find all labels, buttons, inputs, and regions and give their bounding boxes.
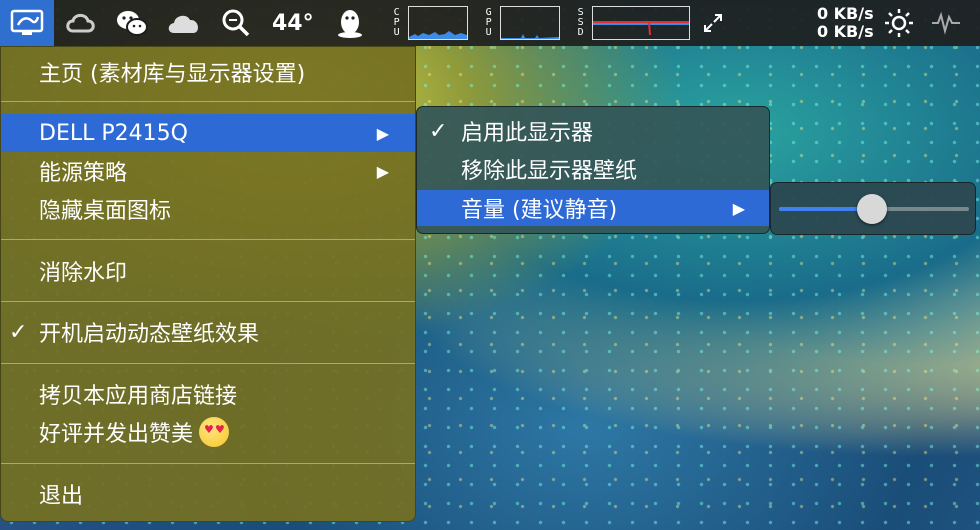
app-dropdown-menu: 主页 (素材库与显示器设置) DELL P2415Q ▶ 能源策略 ▶ 隐藏桌面… [0,46,416,522]
submenu-item-enable-display[interactable]: ✓ 启用此显示器 [417,113,769,149]
submenu-arrow-icon: ▶ [732,198,745,218]
volume-slider-panel [770,182,976,235]
gpu-label: G P U [482,8,496,38]
display-app-icon[interactable] [0,0,54,46]
heart-eyes-emoji-icon: ♥ ♥ [199,417,230,447]
net-download: 0 KB/s [816,22,874,41]
wechat-icon[interactable] [106,0,158,46]
menu-item-energy-label: 能源策略 [39,161,128,186]
submenu-item-volume-label: 音量 (建议静音) [461,198,618,223]
submenu-arrow-icon: ▶ [376,123,389,143]
menu-item-remove-watermark-label: 消除水印 [39,261,128,286]
display-submenu: ✓ 启用此显示器 移除此显示器壁纸 音量 (建议静音) ▶ [416,106,770,234]
menu-item-review-label: 好评并发出赞美 [39,422,194,447]
submenu-item-volume[interactable]: 音量 (建议静音) ▶ [417,190,769,226]
menu-separator [1,463,415,464]
menu-item-display-label: DELL P2415Q [39,120,188,146]
menu-item-launch-at-login-label: 开机启动动态壁纸效果 [39,322,260,347]
gpu-usage-graph[interactable] [499,6,560,40]
cloud-icon[interactable] [158,0,210,46]
menu-item-hide-icons-label: 隐藏桌面图标 [39,199,172,224]
menu-item-review[interactable]: 好评并发出赞美 ♥ ♥ [1,413,415,451]
menu-item-energy[interactable]: 能源策略 ▶ [1,152,415,190]
network-speed[interactable]: 0 KB/s 0 KB/s [754,5,874,41]
gpu-label-u: U [485,27,492,38]
resize-arrows-icon[interactable] [690,0,736,46]
menu-item-quit-label: 退出 [39,484,84,509]
menu-item-remove-watermark[interactable]: 消除水印 [1,252,415,290]
checkmark-icon: ✓ [429,118,448,144]
menu-item-launch-at-login[interactable]: ✓ 开机启动动态壁纸效果 [1,313,415,351]
menu-separator [1,363,415,364]
volume-slider-track[interactable] [779,194,969,224]
creative-cloud-icon[interactable] [54,0,106,46]
volume-slider-thumb[interactable] [857,194,888,224]
brightness-icon[interactable] [874,0,924,46]
checkmark-icon: ✓ [9,319,28,345]
ssd-activity-graph[interactable] [591,6,690,40]
menu-separator [1,301,415,302]
menu-item-copy-link[interactable]: 拷贝本应用商店链接 [1,375,415,413]
menu-item-hide-icons[interactable]: 隐藏桌面图标 [1,190,415,228]
menu-item-home[interactable]: 主页 (素材库与显示器设置) [1,53,415,91]
ssd-label-d: D [577,27,584,38]
net-upload: 0 KB/s [816,4,874,23]
cpu-label-u: U [393,27,400,38]
menu-item-display[interactable]: DELL P2415Q ▶ [1,114,415,152]
cpu-label: C P U [390,8,404,38]
qq-penguin-icon[interactable] [324,0,376,46]
menu-separator [1,101,415,102]
menu-item-home-label: 主页 (素材库与显示器设置) [39,62,306,87]
submenu-arrow-icon: ▶ [376,161,389,181]
menu-separator [1,239,415,240]
temperature-readout[interactable]: 44° [262,0,324,46]
submenu-item-enable-label: 启用此显示器 [461,121,594,146]
menu-item-copy-link-label: 拷贝本应用商店链接 [39,384,238,409]
submenu-item-remove-wallpaper-label: 移除此显示器壁纸 [461,159,638,184]
menu-item-quit[interactable]: 退出 [1,475,415,513]
menubar: 44° C P U G P U S S D 0 KB/s 0 KB/s [0,0,980,46]
cpu-usage-graph[interactable] [407,6,468,40]
search-icon[interactable] [210,0,262,46]
ssd-label: S S D [574,8,588,38]
signal-icon[interactable] [924,0,968,46]
submenu-item-remove-wallpaper[interactable]: 移除此显示器壁纸 [417,151,769,187]
